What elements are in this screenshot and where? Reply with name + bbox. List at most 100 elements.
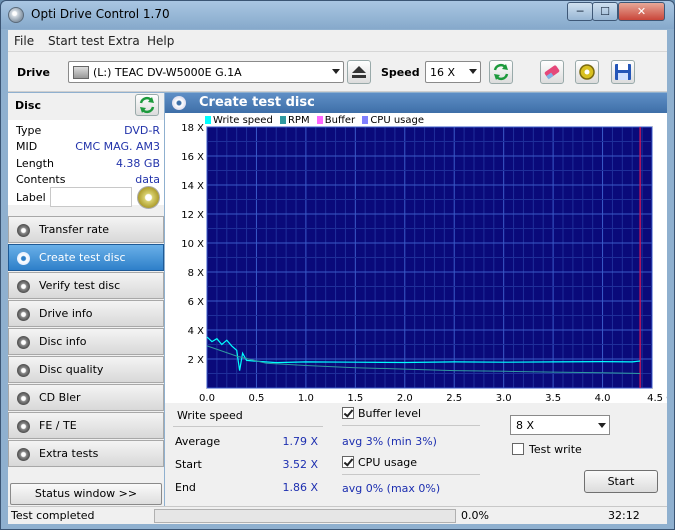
menu-extra[interactable]: Extra: [108, 34, 140, 48]
prop-row-length: Length 4.38 GB: [16, 157, 160, 173]
x-tick-label: 1.0: [298, 393, 314, 403]
status-text: Test completed: [11, 509, 95, 522]
speed-select-value: 16 X: [430, 66, 456, 79]
nav-cd-bler[interactable]: CD Bler: [8, 384, 164, 411]
average-label: Average: [175, 435, 221, 448]
legend-swatch: [279, 116, 286, 124]
start-label: Start: [175, 458, 202, 471]
cpu-usage-label: CPU usage: [358, 456, 418, 469]
y-tick-label: 14 X: [181, 181, 204, 192]
drive-label: Drive: [17, 66, 50, 79]
cpu-usage-checkbox[interactable]: [342, 456, 354, 468]
disc-icon: [17, 280, 30, 293]
menu-help[interactable]: Help: [147, 34, 174, 48]
buffer-level-checkbox[interactable]: [342, 407, 354, 419]
speed-select[interactable]: 16 X: [425, 61, 481, 83]
label-input[interactable]: [50, 187, 132, 207]
refresh-speed-button[interactable]: [489, 60, 513, 84]
maximize-button[interactable]: ☐: [592, 2, 618, 21]
start-button[interactable]: Start: [584, 470, 658, 493]
disc-refresh-button[interactable]: [135, 94, 159, 116]
label-label: Label: [16, 191, 46, 204]
test-write-checkbox[interactable]: [512, 443, 524, 455]
panel-header: Create test disc: [165, 93, 667, 113]
nav-fe-te[interactable]: FE / TE: [8, 412, 164, 439]
progress-bar: [154, 509, 456, 523]
title-bar[interactable]: Opti Drive Control 1.70 ─ ☐ ✕: [1, 1, 674, 29]
refresh-icon: [493, 63, 509, 81]
menu-bar: File Start test Extra Help: [8, 30, 667, 52]
panel-title: Create test disc: [199, 95, 315, 110]
buffer-level-value: avg 3% (min 3%): [342, 435, 437, 448]
y-tick-label: 18 X: [181, 123, 204, 134]
drive-select[interactable]: (L:) TEAC DV-W5000E G.1A: [68, 61, 344, 83]
disc-icon: [17, 392, 30, 405]
chevron-down-icon: [598, 423, 606, 428]
divider: [342, 474, 480, 475]
settings-button[interactable]: [575, 60, 599, 84]
close-button[interactable]: ✕: [618, 2, 665, 21]
progress-percent: 0.0%: [461, 509, 489, 522]
nav-extra-tests[interactable]: Extra tests: [8, 440, 164, 467]
status-window-button[interactable]: Status window >>: [10, 483, 162, 505]
divider: [173, 426, 323, 427]
x-tick-label: 4.0: [595, 393, 611, 403]
disc-icon: [17, 448, 30, 461]
menu-file[interactable]: File: [14, 34, 34, 48]
write-speed-select[interactable]: 8 X: [510, 415, 610, 435]
main-panel: Create test disc 2 X 4 X 6 X 8 X 10 X 12 X 14 …: [165, 93, 667, 506]
legend-swatch: [362, 116, 369, 124]
legend-label: RPM: [287, 115, 310, 126]
x-tick-label: 3.5: [545, 393, 561, 403]
disc-icon: [17, 308, 30, 321]
gear-icon: [579, 64, 595, 80]
chevron-down-icon: [469, 69, 477, 74]
prop-value: data: [135, 173, 160, 186]
x-tick-label: 2.5: [446, 393, 462, 403]
nav-create-test-disc[interactable]: Create test disc: [8, 244, 164, 271]
menu-start-test[interactable]: Start test: [48, 34, 104, 48]
elapsed-time: 32:12: [608, 509, 640, 522]
x-tick-label: 1.5: [347, 393, 363, 403]
nav-label: FE / TE: [39, 419, 77, 432]
eject-icon: [352, 66, 366, 78]
eraser-icon: [544, 65, 560, 80]
refresh-icon: [139, 96, 155, 114]
x-tick-label: 2.0: [397, 393, 413, 403]
disc-icon: [17, 252, 30, 265]
minimize-button[interactable]: ─: [567, 2, 593, 21]
legend-label: Write speed: [213, 115, 273, 126]
toolbar: Drive (L:) TEAC DV-W5000E G.1A Speed 16 …: [8, 52, 667, 92]
x-tick-label: 4.5 GB: [647, 393, 667, 403]
window-title: Opti Drive Control 1.70: [31, 7, 170, 21]
prop-value: DVD-R: [124, 124, 160, 137]
chevron-down-icon: [332, 69, 340, 74]
average-value: 1.79 X: [282, 435, 318, 448]
divider: [342, 425, 480, 426]
y-tick-label: 12 X: [181, 210, 204, 221]
legend-label: CPU usage: [370, 115, 425, 126]
eject-button[interactable]: [347, 60, 371, 84]
nav-drive-info[interactable]: Drive info: [8, 300, 164, 327]
write-speed-chart: 2 X 4 X 6 X 8 X 10 X 12 X 14 X 16 X 18 X 0.0 0.5 1.…: [165, 113, 667, 403]
y-tick-label: 4 X: [188, 326, 205, 337]
disc-icon: [172, 96, 186, 110]
end-label: End: [175, 481, 196, 494]
status-bar: Test completed 0.0% 32:12: [8, 506, 667, 524]
disc-app-icon: [8, 7, 24, 23]
erase-button[interactable]: [540, 60, 564, 84]
nav-label: Create test disc: [39, 251, 126, 264]
disc-label-button[interactable]: [137, 186, 160, 209]
prop-row-mid: MID CMC MAG. AM3: [16, 140, 160, 156]
nav-disc-info[interactable]: Disc info: [8, 328, 164, 355]
y-tick-label: 10 X: [181, 239, 204, 250]
nav-verify-test-disc[interactable]: Verify test disc: [8, 272, 164, 299]
disc-title: Disc: [15, 99, 41, 112]
legend-buffer: Buffer: [316, 115, 356, 126]
nav-label: Verify test disc: [39, 279, 121, 292]
legend-label: Buffer: [324, 115, 356, 126]
nav-transfer-rate[interactable]: Transfer rate: [8, 216, 164, 243]
save-button[interactable]: [611, 60, 635, 84]
legend-write-speed: Write speed: [205, 115, 273, 126]
nav-disc-quality[interactable]: Disc quality: [8, 356, 164, 383]
